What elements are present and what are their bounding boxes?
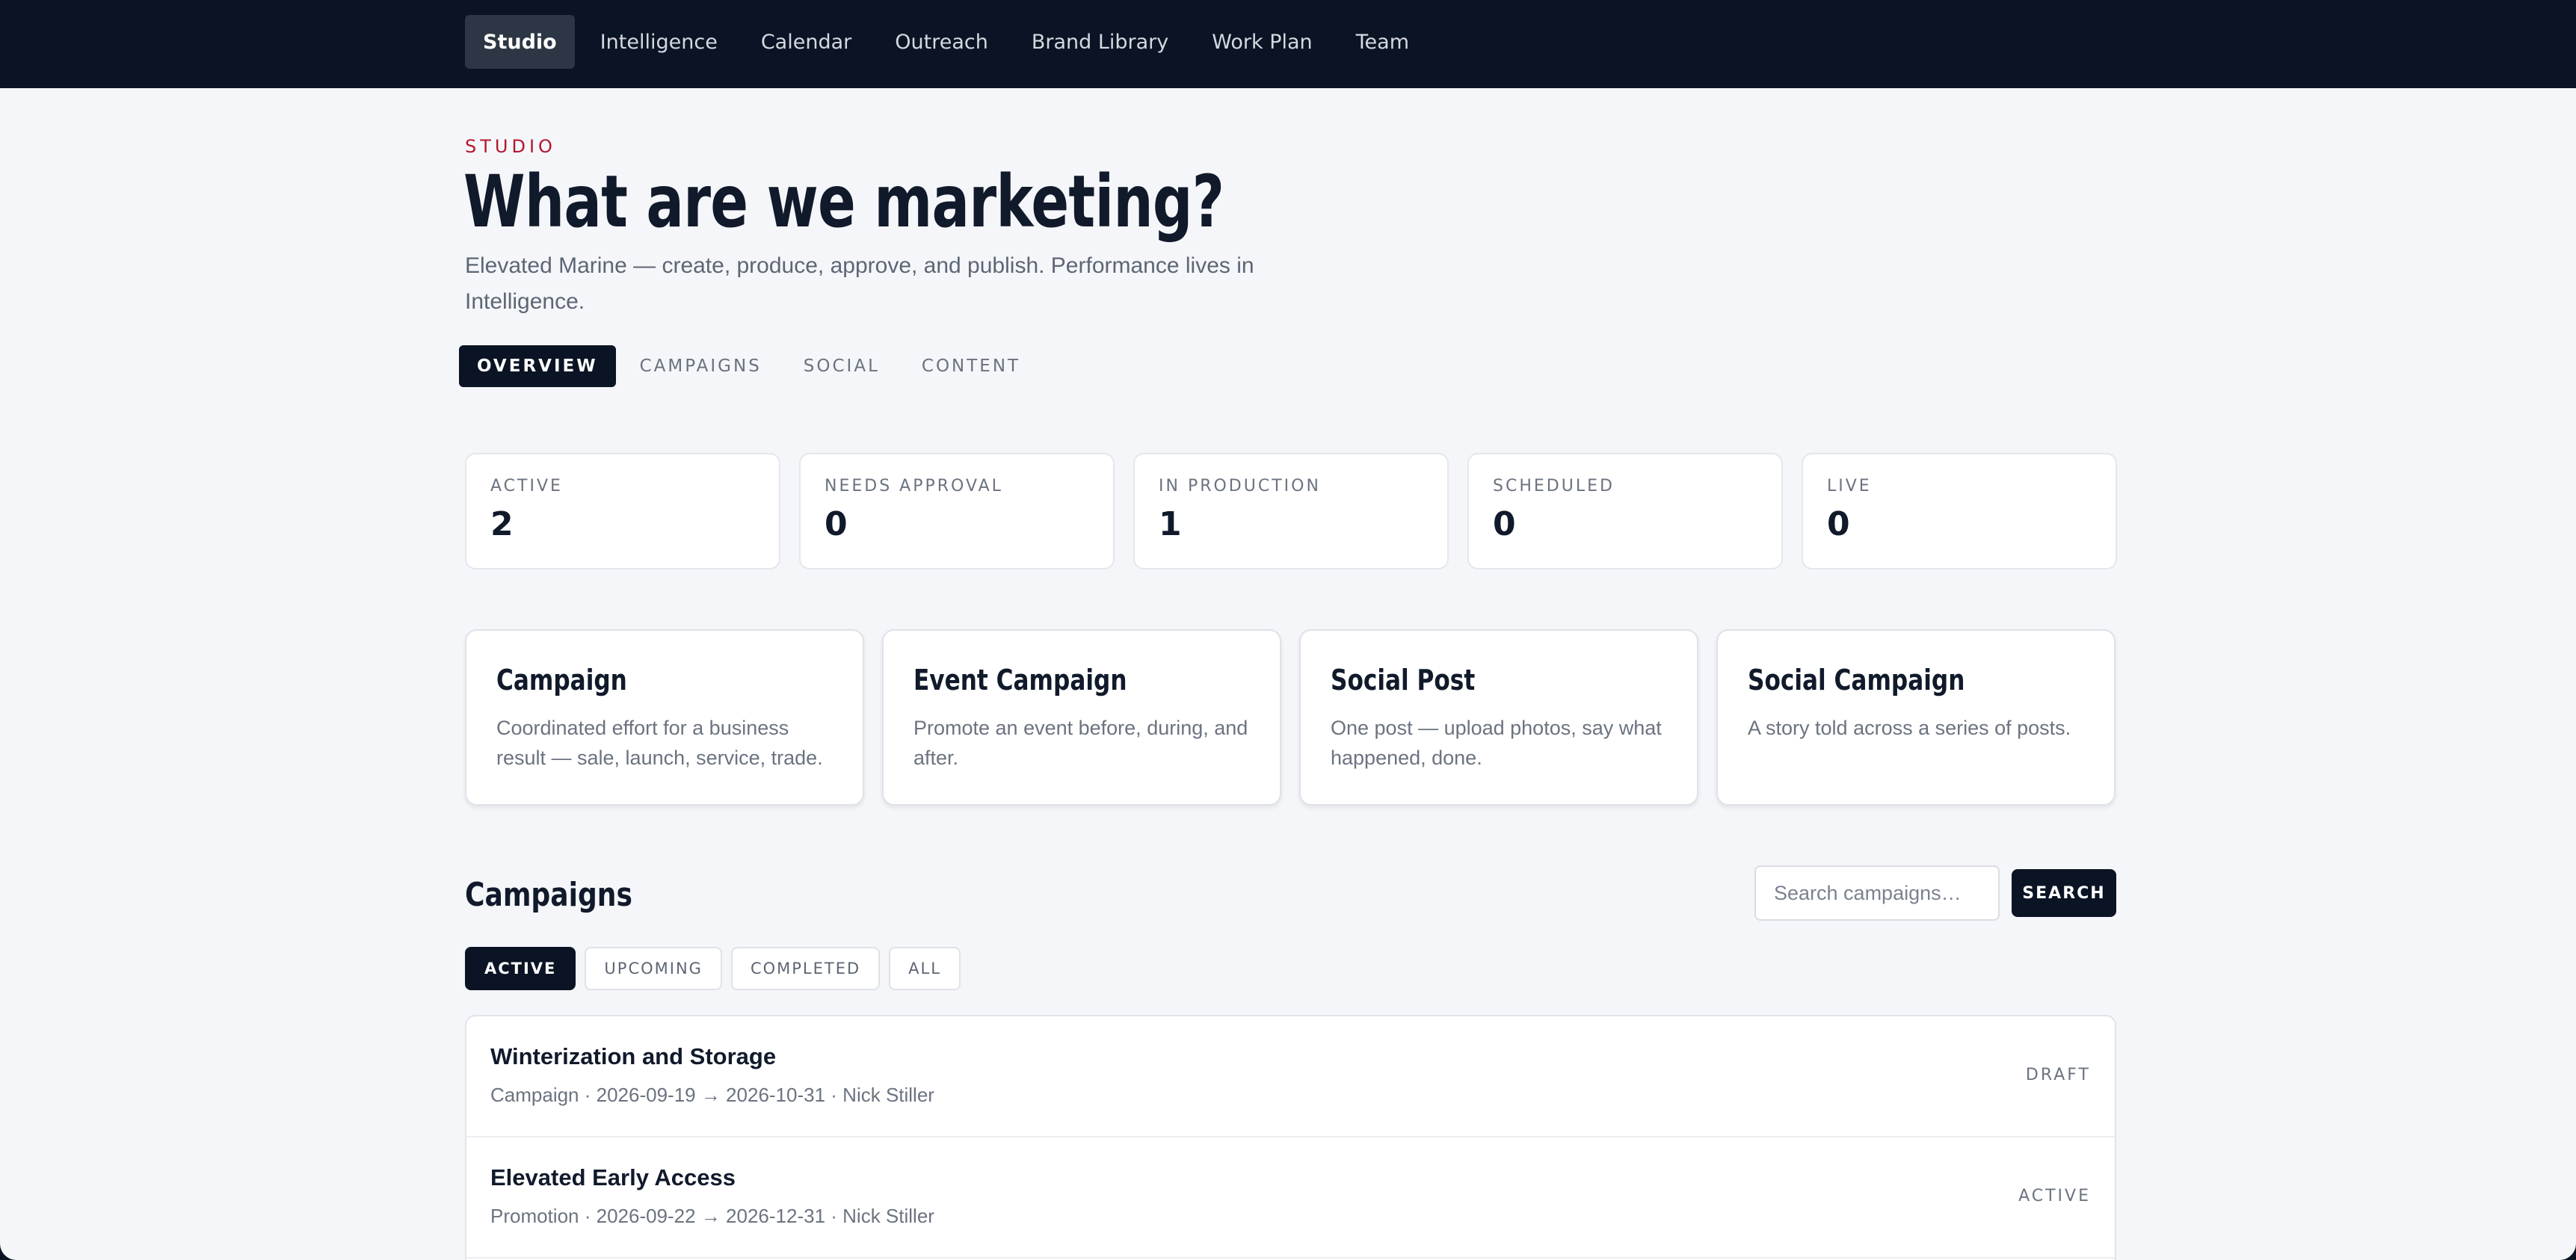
filter-active[interactable]: ACTIVE	[465, 947, 576, 990]
type-card-title: Social Post	[1331, 664, 1476, 697]
tab-overview[interactable]: OVERVIEW	[459, 345, 616, 387]
nav-items: Studio Intelligence Calendar Outreach Br…	[465, 15, 1435, 69]
filter-upcoming[interactable]: UPCOMING	[585, 947, 722, 990]
type-card-description: A story told across a series of posts.	[1748, 717, 2071, 739]
nav-item-calendar[interactable]: Calendar	[743, 15, 869, 69]
type-card-description: One post — upload photos, say what happe…	[1331, 717, 1662, 769]
stat-value: 2	[490, 505, 514, 543]
stat-label: IN PRODUCTION	[1159, 477, 1321, 495]
top-navigation: Studio Intelligence Calendar Outreach Br…	[0, 0, 2576, 88]
type-card-event-campaign[interactable]: Event Campaign Promote an event before, …	[882, 629, 1281, 806]
stat-card-live: LIVE 0	[1802, 453, 2117, 569]
stat-value: 0	[825, 505, 848, 543]
campaign-row[interactable]: Winterization and Storage Campaign · 202…	[466, 1016, 2115, 1137]
nav-item-intelligence[interactable]: Intelligence	[582, 15, 736, 69]
main-content: STUDIO What are we marketing? Elevated M…	[0, 88, 2576, 1260]
nav-item-brand-library[interactable]: Brand Library	[1014, 15, 1186, 69]
campaign-name: Elevated Early Access	[490, 1164, 736, 1190]
type-card-title: Campaign	[496, 664, 627, 697]
status-badge: DRAFT	[2025, 1066, 2091, 1084]
type-card-title: Social Campaign	[1748, 664, 1965, 697]
stat-value: 0	[1493, 505, 1516, 543]
stat-card-scheduled: SCHEDULED 0	[1467, 453, 1783, 569]
stat-label: ACTIVE	[490, 477, 563, 495]
tab-content[interactable]: CONTENT	[904, 345, 1038, 387]
campaign-name: Winterization and Storage	[490, 1043, 777, 1069]
stat-label: NEEDS APPROVAL	[825, 477, 1003, 495]
type-card-social-post[interactable]: Social Post One post — upload photos, sa…	[1299, 629, 1698, 806]
stat-card-active: ACTIVE 2	[465, 453, 780, 569]
stat-label: LIVE	[1827, 477, 1872, 495]
campaign-list: Winterization and Storage Campaign · 202…	[465, 1015, 2116, 1260]
campaign-meta: Campaign · 2026-09-19 → 2026-10-31 · Nic…	[490, 1084, 934, 1106]
stat-value: 1	[1159, 505, 1182, 543]
create-type-cards: Campaign Coordinated effort for a busine…	[465, 629, 2116, 806]
status-badge: ACTIVE	[2018, 1187, 2091, 1205]
page-title: What are we marketing?	[463, 160, 1224, 244]
nav-item-work-plan[interactable]: Work Plan	[1194, 15, 1330, 69]
filter-completed[interactable]: COMPLETED	[730, 947, 881, 990]
nav-item-studio[interactable]: Studio	[465, 15, 575, 69]
type-card-description: Coordinated effort for a business result…	[496, 717, 823, 769]
nav-item-outreach[interactable]: Outreach	[877, 15, 1006, 69]
campaign-filters: ACTIVE UPCOMING COMPLETED ALL	[465, 947, 970, 990]
campaign-search-input[interactable]	[1754, 865, 2000, 921]
tab-social[interactable]: SOCIAL	[786, 345, 898, 387]
campaigns-section-title: Campaigns	[465, 876, 632, 914]
campaign-meta: Promotion · 2026-09-22 → 2026-12-31 · Ni…	[490, 1205, 934, 1227]
type-card-social-campaign[interactable]: Social Campaign A story told across a se…	[1716, 629, 2116, 806]
type-card-description: Promote an event before, during, and aft…	[913, 717, 1248, 769]
campaign-row[interactable]: Elevated Early Access Promotion · 2026-0…	[466, 1137, 2115, 1259]
stat-card-in-production: IN PRODUCTION 1	[1133, 453, 1449, 569]
type-card-campaign[interactable]: Campaign Coordinated effort for a busine…	[465, 629, 864, 806]
stat-label: SCHEDULED	[1493, 477, 1615, 495]
section-tabs: OVERVIEW CAMPAIGNS SOCIAL CONTENT	[459, 345, 1044, 387]
page-eyebrow: STUDIO	[465, 136, 556, 157]
page-subtitle: Elevated Marine — create, produce, appro…	[465, 253, 1254, 314]
type-card-title: Event Campaign	[913, 664, 1127, 697]
filter-all[interactable]: ALL	[889, 947, 961, 990]
stats-row: ACTIVE 2 NEEDS APPROVAL 0 IN PRODUCTION …	[465, 453, 2117, 569]
stat-card-needs-approval: NEEDS APPROVAL 0	[799, 453, 1115, 569]
stat-value: 0	[1827, 505, 1850, 543]
search-button[interactable]: SEARCH	[2012, 869, 2116, 917]
tab-campaigns[interactable]: CAMPAIGNS	[622, 345, 780, 387]
nav-item-team[interactable]: Team	[1338, 15, 1427, 69]
